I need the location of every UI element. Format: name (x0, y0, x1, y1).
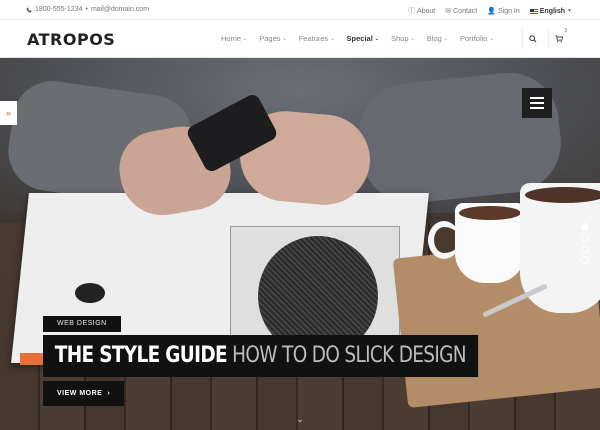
slider-dot-1[interactable] (581, 223, 589, 231)
separator: • (85, 6, 88, 13)
top-links: ⓘ About ✉ Contact 👤 Sign In English ▼ (408, 6, 572, 16)
nav-pages[interactable]: Pages ⌄ (259, 34, 286, 43)
chevron-down-icon: ⌄ (330, 35, 335, 42)
nav-shop[interactable]: Shop ⌄ (391, 34, 415, 43)
user-icon: 👤 (487, 8, 496, 15)
nav-home-label: Home (221, 34, 242, 43)
chevron-right-icon: › (107, 390, 111, 397)
hamburger-menu-button[interactable] (522, 88, 552, 118)
caret-down-icon: ▼ (567, 8, 572, 14)
cart-icon (554, 35, 563, 43)
chevron-down-icon: ⌄ (443, 35, 448, 42)
cart-count-badge: 3 (564, 28, 567, 34)
contact-link[interactable]: ✉ Contact (445, 6, 477, 16)
view-more-label: VIEW MORE (57, 390, 103, 397)
site-header: ATROPOS Home ⌄ Pages ⌄ Features ⌄ Special ⌄ … (0, 20, 600, 58)
double-chevron-right-icon: » (5, 108, 11, 118)
nav-portfolio-label: Portfolio (459, 34, 488, 43)
search-button[interactable] (522, 29, 542, 49)
about-link[interactable]: ⓘ About (408, 6, 435, 16)
scroll-down-icon[interactable]: ⌄ (292, 414, 308, 430)
phone-icon (26, 7, 32, 12)
slider-dot-4[interactable] (581, 256, 589, 264)
hero-slider: » WEB DESIGN THE STYLE GUIDE HOW TO DO S… (0, 58, 600, 430)
nav-features[interactable]: Features ⌄ (299, 34, 335, 43)
contact-info: 1800-555-1234 • mail@domain.com (26, 6, 149, 13)
mail-icon: ✉ (445, 8, 452, 15)
nav-blog[interactable]: Blog ⌄ (427, 34, 448, 43)
us-flag-icon (529, 8, 538, 14)
language-selector[interactable]: English ▼ (529, 6, 572, 16)
nav-home[interactable]: Home ⌄ (221, 34, 247, 43)
chevron-down-icon: ⌄ (410, 35, 415, 42)
nav-shop-label: Shop (390, 34, 409, 43)
hamburger-icon-bar (530, 107, 544, 109)
sign-in-link[interactable]: 👤 Sign In (487, 6, 520, 16)
info-icon: ⓘ (407, 8, 415, 15)
slide-title: THE STYLE GUIDE HOW TO DO SLICK DESIGN (43, 335, 478, 377)
nav-portfolio[interactable]: Portfolio ⌄ (460, 34, 494, 43)
hero-cup-small (455, 203, 525, 283)
slide-title-strong: THE STYLE GUIDE (54, 343, 228, 368)
phone-number[interactable]: 1800-555-1234 (35, 6, 83, 13)
hero-magazine-icon (75, 283, 105, 303)
chevron-down-icon: ⌄ (282, 35, 287, 42)
search-icon (528, 35, 537, 43)
slider-dot-2[interactable] (581, 234, 589, 242)
chevron-down-icon: ⌄ (243, 35, 248, 42)
nav-features-label: Features (298, 34, 329, 43)
slider-pagination (581, 223, 589, 264)
language-label: English (539, 7, 566, 15)
slider-dot-3[interactable] (581, 245, 589, 253)
nav-pages-label: Pages (259, 34, 281, 43)
sign-in-label: Sign In (497, 7, 520, 15)
email-link[interactable]: mail@domain.com (91, 6, 149, 13)
nav-special-label: Special (346, 34, 373, 43)
nav-special[interactable]: Special ⌄ (347, 34, 379, 43)
site-logo[interactable]: ATROPOS (27, 30, 115, 49)
hamburger-icon-bar (530, 97, 544, 99)
top-bar: 1800-555-1234 • mail@domain.com ⓘ About ✉… (0, 0, 600, 20)
slide-title-light: HOW TO DO SLICK DESIGN (232, 343, 466, 368)
view-more-button[interactable]: VIEW MORE › (43, 381, 125, 406)
cart-button[interactable]: 3 (548, 28, 568, 49)
hamburger-icon-bar (530, 102, 544, 104)
chevron-down-icon: ⌄ (374, 35, 379, 42)
chevron-down-icon: ⌄ (489, 35, 494, 42)
about-label: About (416, 7, 436, 15)
main-nav: Home ⌄ Pages ⌄ Features ⌄ Special ⌄ Shop ⌄ Bl… (221, 34, 494, 43)
contact-label: Contact (453, 7, 478, 15)
slide-category-tag: WEB DESIGN (43, 316, 121, 332)
nav-blog-label: Blog (426, 34, 442, 43)
side-panel-toggle[interactable]: » (0, 101, 17, 125)
